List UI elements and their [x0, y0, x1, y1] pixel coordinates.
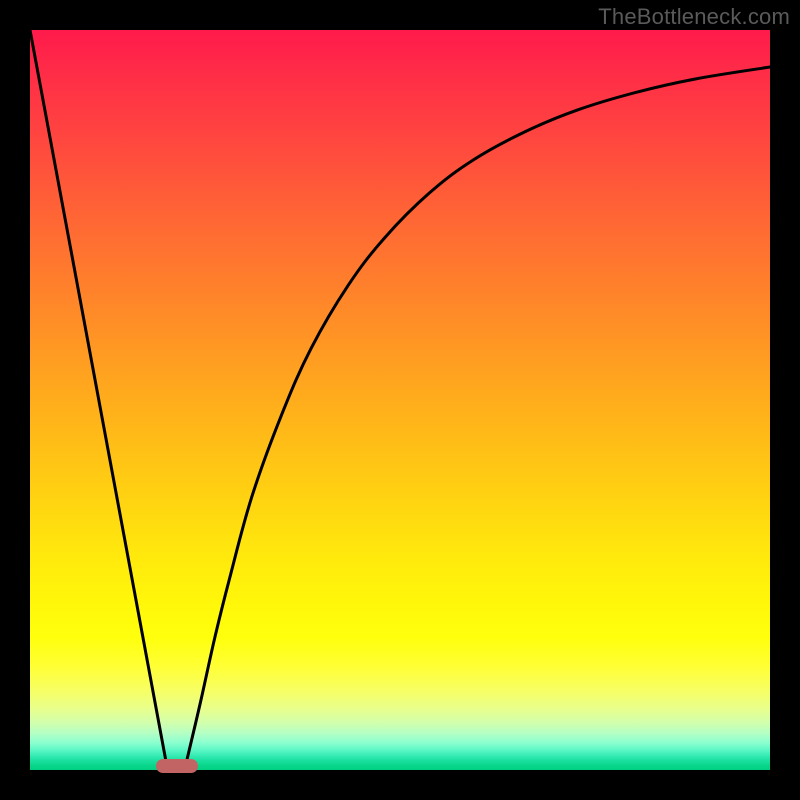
chart-frame: TheBottleneck.com	[0, 0, 800, 800]
curve-layer	[30, 30, 770, 770]
right-curve	[185, 67, 770, 766]
watermark-text: TheBottleneck.com	[598, 4, 790, 30]
plot-area	[30, 30, 770, 770]
left-slope-curve	[30, 30, 167, 766]
bottleneck-marker	[156, 759, 198, 773]
